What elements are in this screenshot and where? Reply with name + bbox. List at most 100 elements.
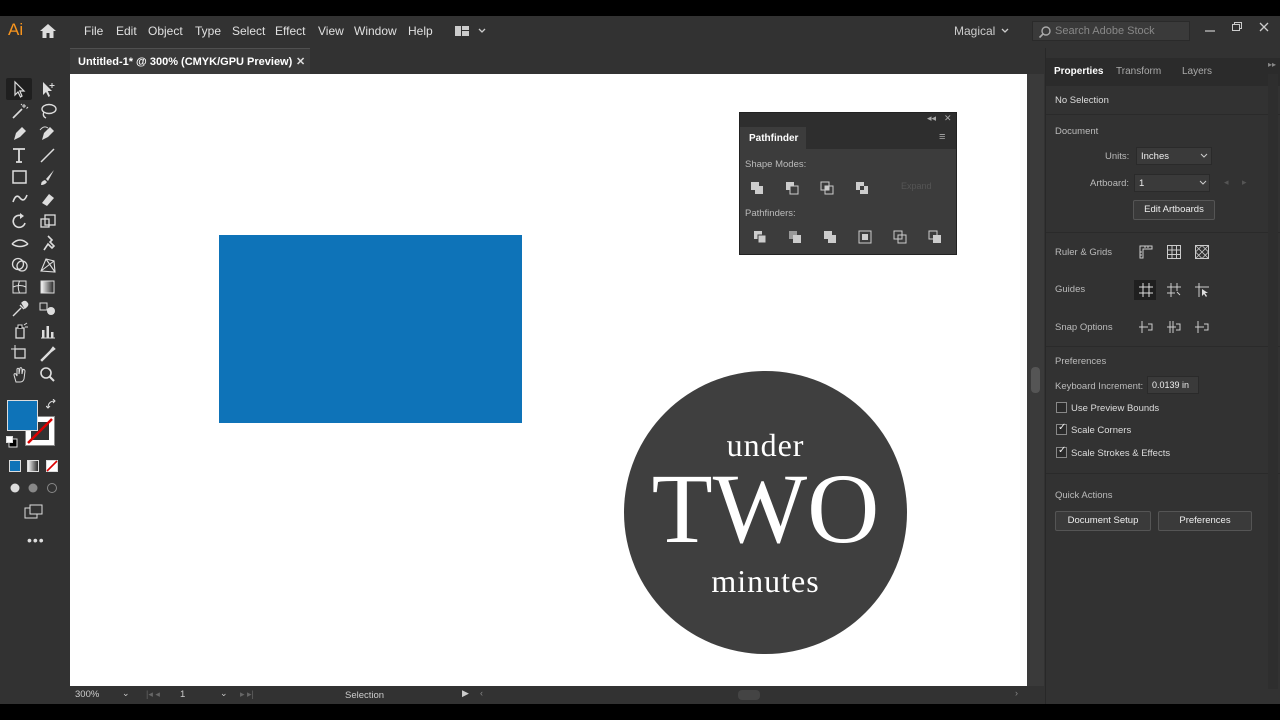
menu-object[interactable]: Object [148, 24, 183, 38]
arrange-documents-icon[interactable] [454, 24, 488, 38]
eraser-tool-icon[interactable] [38, 190, 58, 208]
snap-to-pixel-icon[interactable] [1166, 319, 1182, 335]
rotate-tool-icon[interactable] [10, 212, 30, 230]
paintbrush-tool-icon[interactable] [38, 168, 58, 186]
close-panel-icon[interactable]: ✕ [944, 113, 952, 124]
hand-tool-icon[interactable] [10, 366, 30, 384]
fill-swatch[interactable] [7, 400, 38, 431]
menu-edit[interactable]: Edit [116, 24, 137, 38]
zoom-dropdown-icon[interactable]: ⌄ [122, 688, 130, 699]
scale-corners-checkbox[interactable] [1056, 422, 1067, 435]
panel-scrollbar[interactable] [1268, 74, 1278, 689]
menu-help[interactable]: Help [408, 24, 433, 38]
symbol-sprayer-tool-icon[interactable] [10, 322, 30, 340]
scale-tool-icon[interactable] [38, 212, 58, 230]
draw-behind-icon[interactable] [27, 482, 39, 494]
outline-icon[interactable] [893, 230, 907, 244]
tab-transform[interactable]: Transform [1116, 66, 1161, 77]
horizontal-scroll-thumb[interactable] [738, 690, 760, 700]
home-icon[interactable] [38, 22, 58, 40]
edit-artboards-button[interactable]: Edit Artboards [1133, 200, 1215, 220]
trim-icon[interactable] [788, 230, 802, 244]
divide-icon[interactable] [753, 230, 767, 244]
perspective-guides-icon[interactable] [1194, 282, 1210, 298]
tab-properties[interactable]: Properties [1054, 66, 1103, 77]
minimize-icon[interactable] [1204, 22, 1216, 34]
panel-collapse-icon[interactable]: ▸▸ [1268, 60, 1276, 69]
tab-layers[interactable]: Layers [1182, 66, 1212, 77]
exclude-icon[interactable] [855, 181, 869, 195]
dark-circle-badge[interactable]: under TWO minutes [624, 371, 907, 654]
collapse-panel-icon[interactable]: ◂◂ [927, 113, 936, 124]
edit-toolbar-icon[interactable]: ••• [27, 532, 45, 548]
scroll-left-icon[interactable]: ‹ [480, 688, 483, 698]
magic-wand-tool-icon[interactable] [10, 102, 30, 120]
next-artboard-icon[interactable]: ▸ [1242, 177, 1247, 188]
zoom-tool-icon[interactable] [38, 366, 58, 384]
menu-select[interactable]: Select [232, 24, 265, 38]
gradient-mode-icon[interactable] [27, 460, 39, 472]
use-preview-bounds-checkbox[interactable] [1056, 402, 1067, 413]
units-select[interactable]: Inches [1136, 147, 1212, 165]
transparency-grid-icon[interactable] [1194, 244, 1210, 260]
lasso-tool-icon[interactable] [38, 102, 58, 120]
preferences-button[interactable]: Preferences [1158, 511, 1252, 531]
slice-tool-icon[interactable] [38, 344, 58, 362]
panel-menu-icon[interactable]: ≡ [939, 131, 945, 143]
document-setup-button[interactable]: Document Setup [1055, 511, 1151, 531]
curvature-tool-icon[interactable] [38, 124, 58, 142]
restore-icon[interactable] [1231, 21, 1243, 33]
scroll-right-icon[interactable]: › [1015, 688, 1018, 698]
color-mode-icon[interactable] [9, 460, 21, 472]
draw-normal-icon[interactable] [9, 482, 21, 494]
show-guides-icon[interactable] [1138, 282, 1154, 298]
prev-artboard-icon[interactable]: ◂ [1224, 177, 1229, 188]
blue-rectangle[interactable] [219, 235, 522, 423]
direct-selection-tool-icon[interactable] [38, 80, 58, 98]
puppet-warp-tool-icon[interactable] [38, 234, 58, 252]
selection-tool-icon[interactable] [10, 80, 30, 98]
shaper-tool-icon[interactable] [10, 190, 30, 208]
pen-tool-icon[interactable] [10, 124, 30, 142]
artboard-number[interactable]: 1 [180, 689, 185, 700]
first-artboard-icon[interactable]: |◂ ◂ [146, 689, 160, 700]
smart-guides-icon[interactable] [1166, 282, 1182, 298]
document-tab[interactable]: Untitled-1* @ 300% (CMYK/GPU Preview) ✕ [70, 48, 310, 74]
ruler-icon[interactable] [1138, 244, 1154, 260]
pathfinder-tab[interactable]: Pathfinder [740, 127, 806, 149]
blend-tool-icon[interactable] [38, 300, 58, 318]
menu-file[interactable]: File [84, 24, 103, 38]
none-mode-icon[interactable] [46, 460, 58, 472]
last-artboard-icon[interactable]: ▸ ▸| [240, 689, 254, 700]
artboard-dropdown-icon[interactable]: ⌄ [220, 688, 228, 699]
crop-icon[interactable] [858, 230, 872, 244]
default-fill-stroke-icon[interactable] [6, 436, 18, 448]
unite-icon[interactable] [750, 181, 764, 195]
vertical-scroll-thumb[interactable] [1031, 367, 1040, 393]
status-menu-icon[interactable]: ▶ [462, 688, 469, 699]
line-segment-tool-icon[interactable] [38, 146, 58, 164]
close-tab-icon[interactable]: ✕ [296, 55, 305, 68]
keyboard-increment-input[interactable]: 0.0139 in [1147, 376, 1199, 394]
minus-back-icon[interactable] [928, 230, 942, 244]
close-window-icon[interactable] [1258, 21, 1270, 33]
snap-to-point-icon[interactable] [1138, 319, 1154, 335]
perspective-grid-tool-icon[interactable] [38, 256, 58, 274]
screen-mode-icon[interactable] [24, 504, 44, 520]
swap-fill-stroke-icon[interactable] [46, 399, 58, 411]
merge-icon[interactable] [823, 230, 837, 244]
intersect-icon[interactable] [820, 181, 834, 195]
gradient-tool-icon[interactable] [38, 278, 58, 296]
snap-to-glyph-icon[interactable] [1194, 319, 1210, 335]
menu-effect[interactable]: Effect [275, 24, 305, 38]
zoom-level[interactable]: 300% [75, 689, 99, 700]
shape-builder-tool-icon[interactable] [10, 256, 30, 274]
scale-strokes-checkbox[interactable] [1056, 445, 1067, 458]
menu-window[interactable]: Window [354, 24, 397, 38]
artboard-select[interactable]: 1 [1134, 174, 1210, 192]
menu-view[interactable]: View [318, 24, 344, 38]
draw-inside-icon[interactable] [46, 482, 58, 494]
workspace-switcher[interactable]: Magical [954, 24, 995, 38]
expand-button[interactable]: Expand [901, 181, 932, 191]
type-tool-icon[interactable] [10, 146, 30, 164]
